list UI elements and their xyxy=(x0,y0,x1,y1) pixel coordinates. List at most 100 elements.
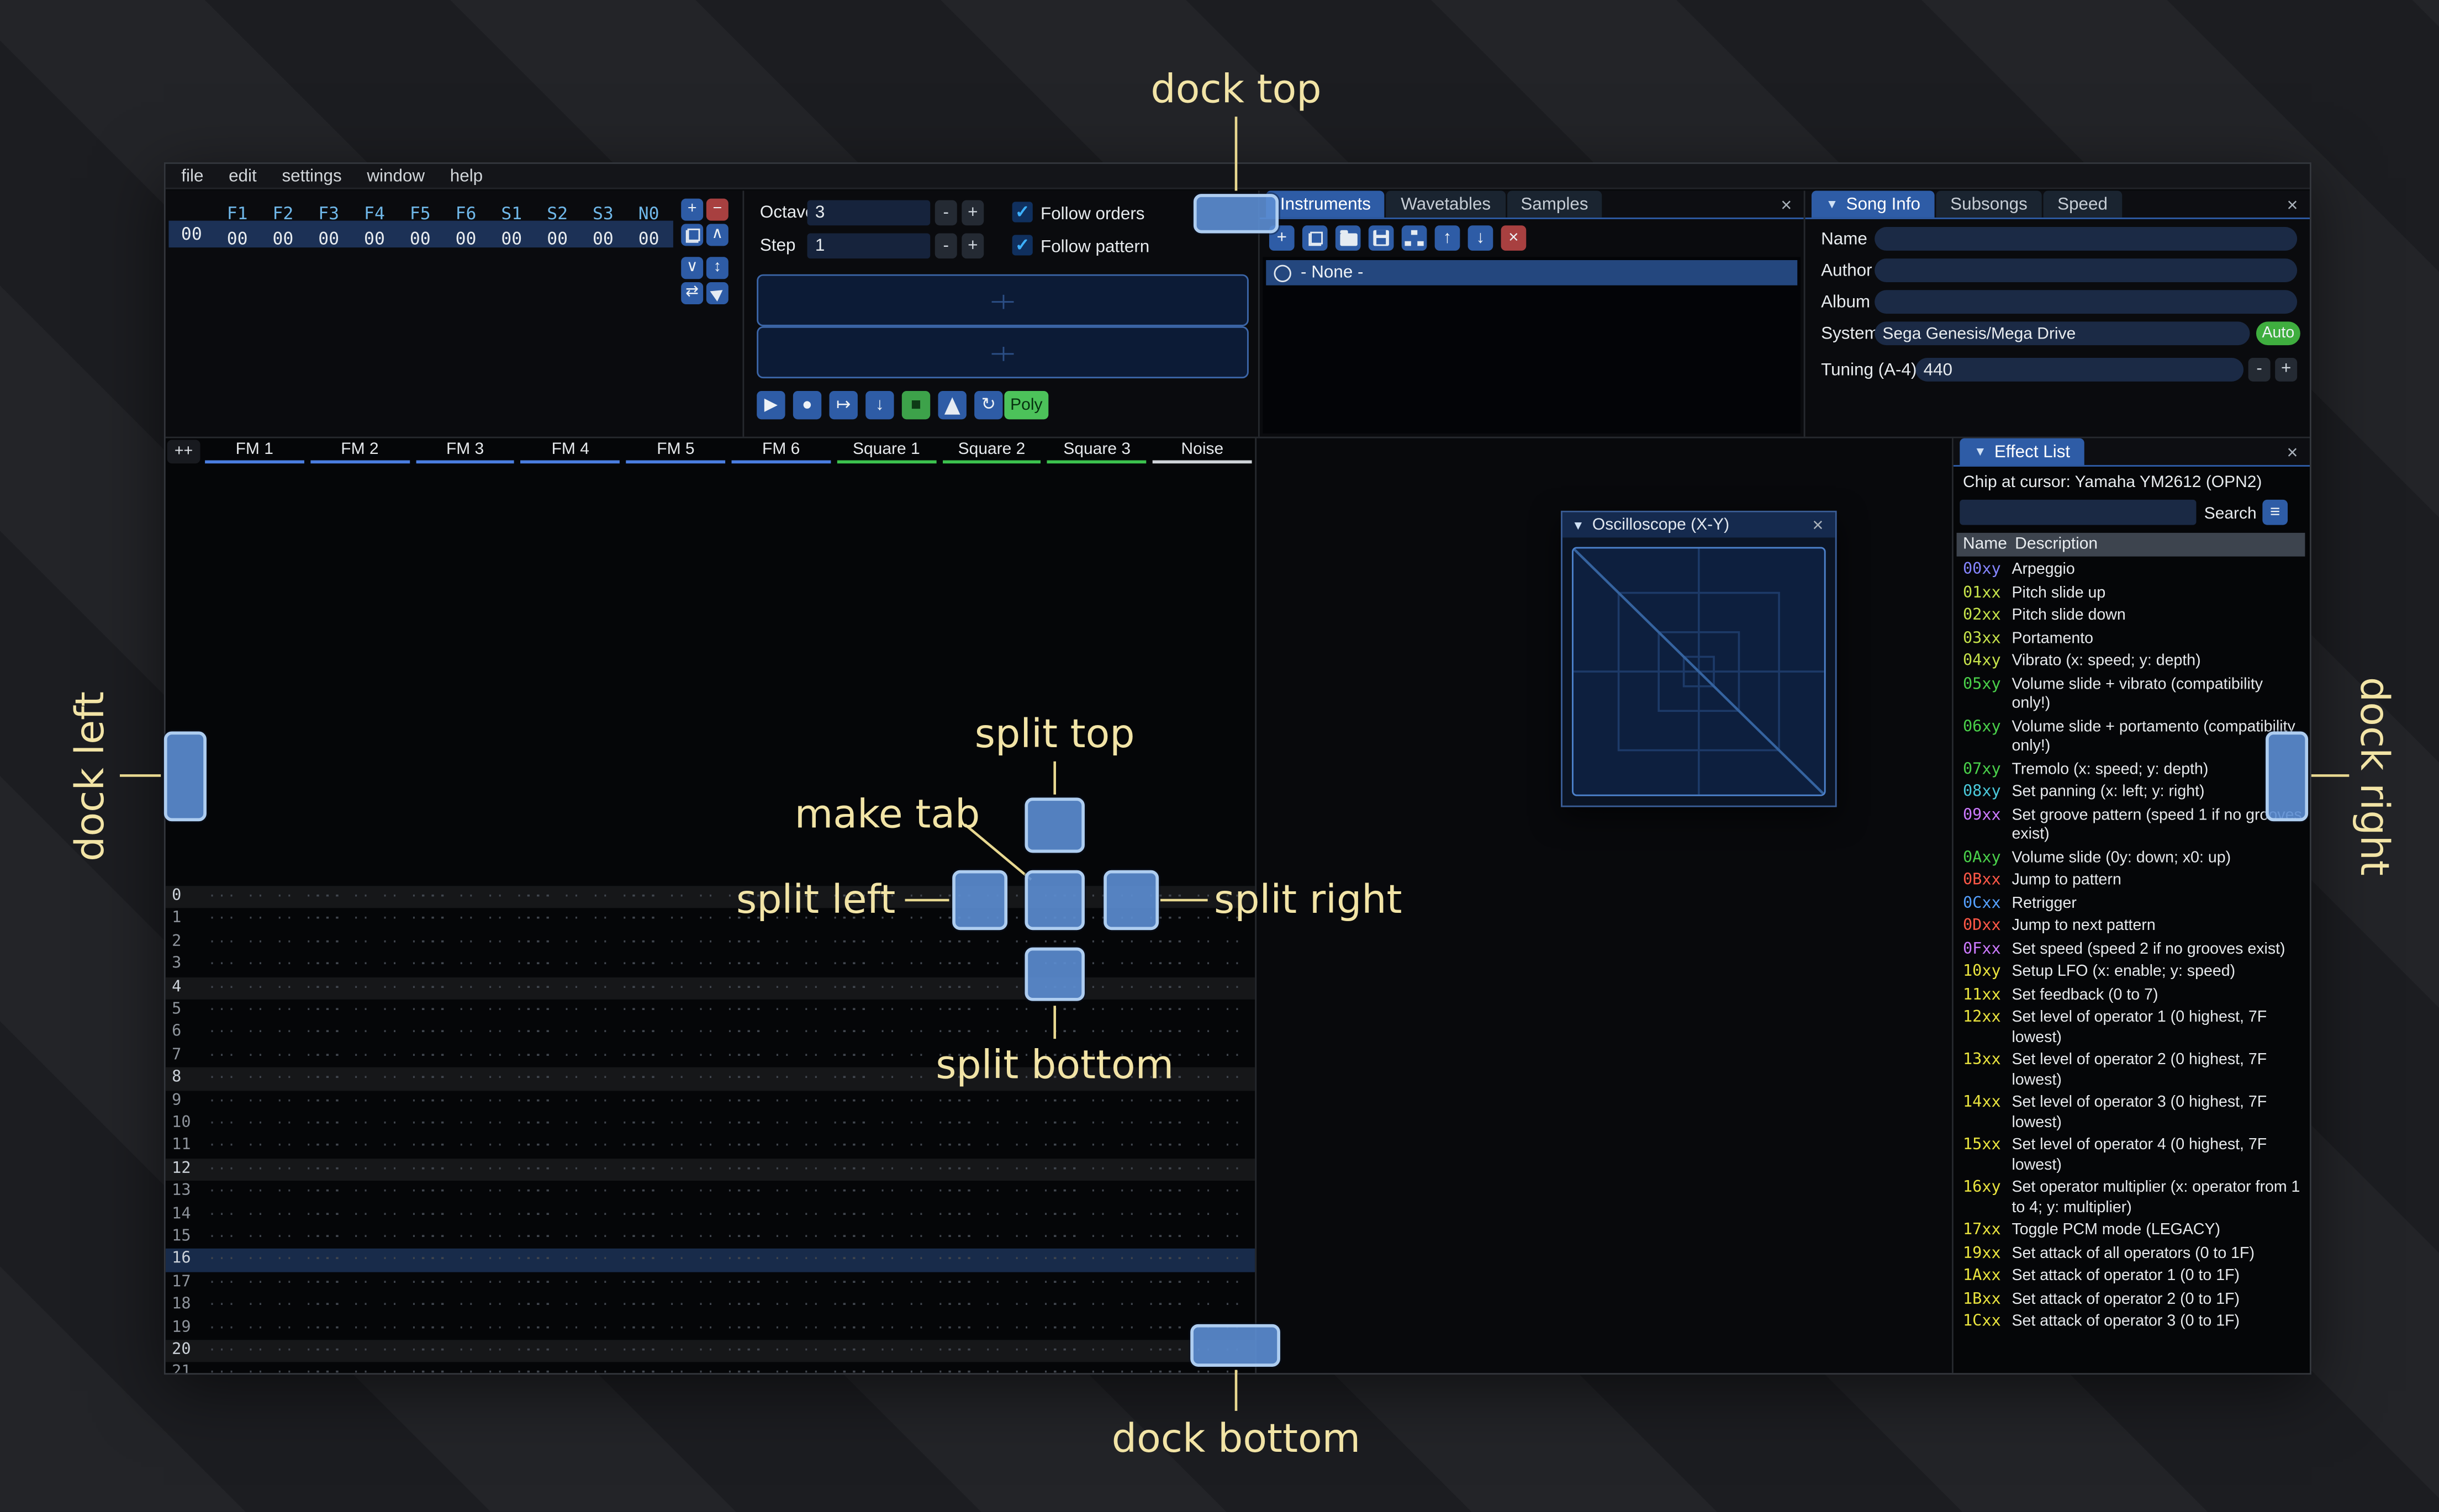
pattern-cell[interactable]: ··· ·· ·· ···· xyxy=(1156,1093,1255,1109)
effect-row[interactable]: 1Axx Set attack of operator 1 (0 to 1F) xyxy=(1957,1266,2309,1288)
organize-instruments-button[interactable] xyxy=(1401,225,1427,251)
effect-row[interactable]: 02xx Pitch slide down xyxy=(1957,605,2309,628)
channel-header-fm-6[interactable]: FM 6 xyxy=(728,440,834,464)
effect-row[interactable]: 0Dxx Jump to next pattern xyxy=(1957,916,2309,939)
effect-row[interactable]: 07xy Tremolo (x: speed; y: depth) xyxy=(1957,759,2309,781)
effect-row[interactable]: 0Axy Volume slide (0y: down; x0: up) xyxy=(1957,847,2309,870)
channel-header-noise[interactable]: Noise xyxy=(1150,440,1255,464)
repeat-pattern-button[interactable]: ↻ xyxy=(974,390,1003,420)
pattern-cell[interactable]: ··· ·· ·· ···· xyxy=(1156,1207,1255,1223)
pattern-row[interactable]: 12 ··· ·· ·· ···· ··· ·· ·· ···· ··· ·· ·· … xyxy=(165,1158,1255,1181)
pattern-row[interactable]: 18 ··· ·· ·· ···· ··· ·· ·· ···· ··· ·· ·· … xyxy=(166,1294,1255,1317)
stop-button[interactable]: ■ xyxy=(901,390,931,420)
save-instrument-button[interactable] xyxy=(1368,225,1394,251)
step-minus-button[interactable]: - xyxy=(935,233,957,259)
move-instrument-down-button[interactable]: ↓ xyxy=(1467,225,1493,251)
effect-row[interactable]: 09xx Set groove pattern (speed 1 if no gr… xyxy=(1957,805,2309,847)
orders-cell[interactable]: 00 xyxy=(214,229,260,249)
delete-instrument-button[interactable]: × xyxy=(1501,225,1527,251)
move-instrument-up-button[interactable]: ↑ xyxy=(1434,225,1460,251)
split-left-target[interactable] xyxy=(952,870,1008,931)
effect-row[interactable]: 17xx Toggle PCM mode (LEGACY) xyxy=(1957,1220,2309,1243)
effect-row[interactable]: 03xx Portamento xyxy=(1957,628,2309,651)
tuning-input[interactable]: 440 xyxy=(1915,357,2244,382)
split-top-target[interactable] xyxy=(1025,797,1085,853)
pattern-row[interactable]: 16 ··· ·· ·· ···· ··· ·· ·· ···· ··· ·· ·· … xyxy=(165,1249,1255,1272)
song-info-close-icon[interactable]: × xyxy=(2283,195,2301,214)
orders-cell[interactable]: 00 xyxy=(306,229,352,249)
pattern-row[interactable]: 21··· ·· ·· ······· ·· ·· ······· ·· ·· … xyxy=(166,1362,1255,1373)
open-instrument-button[interactable] xyxy=(1335,225,1361,251)
step-input[interactable]: 1 xyxy=(807,233,931,259)
pattern-row[interactable]: 5 ··· ·· ·· ···· ··· ·· ·· ···· ··· ·· ·· ·… xyxy=(166,1000,1255,1022)
channel-header-square-3[interactable]: Square 3 xyxy=(1044,440,1150,464)
effect-row[interactable]: 08xy Set panning (x: left; y: right) xyxy=(1957,782,2309,805)
pattern-cell[interactable]: ··· ·· ·· ···· xyxy=(1156,1275,1255,1291)
pattern-row[interactable]: 15 ··· ·· ·· ···· ··· ·· ·· ···· ··· ·· ·· … xyxy=(166,1226,1255,1249)
pattern-row[interactable]: 20 ··· ·· ·· ···· ··· ·· ·· ···· ··· ·· ·· … xyxy=(165,1340,1255,1363)
pattern-row[interactable]: 11 ··· ·· ·· ···· ··· ·· ·· ···· ··· ·· ·· … xyxy=(166,1135,1255,1158)
effect-search-input[interactable] xyxy=(1960,499,2197,525)
order-edit-button[interactable] xyxy=(706,282,728,304)
tab-speed[interactable]: Speed xyxy=(2043,191,2122,218)
pattern-cell[interactable]: ··· ·· ·· ···· xyxy=(1156,1252,1255,1268)
split-bottom-target[interactable] xyxy=(1025,947,1085,1001)
pattern-row[interactable]: 10 ··· ·· ·· ···· ··· ·· ·· ···· ··· ·· ·· … xyxy=(166,1113,1255,1135)
effect-row[interactable]: 1Bxx Set attack of operator 2 (0 to 1F) xyxy=(1957,1289,2309,1312)
effect-row[interactable]: 16xy Set operator multiplier (x: operator… xyxy=(1957,1177,2309,1220)
tuning-plus-button[interactable]: + xyxy=(2275,357,2298,382)
tab-samples[interactable]: Samples xyxy=(1506,191,1603,218)
dock-left-target[interactable] xyxy=(163,731,207,822)
pattern-cell[interactable]: ··· ·· ·· ···· xyxy=(1156,1161,1255,1177)
orders-cell[interactable]: 00 xyxy=(352,229,398,249)
auto-button[interactable]: Auto xyxy=(2256,321,2300,346)
tab-wavetables[interactable]: Wavetables xyxy=(1386,191,1505,218)
oscilloscope-title-bar[interactable]: ▼ Oscilloscope (X-Y) xyxy=(1562,512,1835,538)
orders-cell[interactable]: 00 xyxy=(260,229,306,249)
tab-instruments[interactable]: Instruments xyxy=(1266,191,1385,218)
order-change-mode-button[interactable]: ⇄ xyxy=(681,282,704,304)
duplicate-instrument-button[interactable] xyxy=(1302,225,1328,251)
dock-bottom-target[interactable] xyxy=(1190,1324,1280,1367)
menu-settings[interactable]: settings xyxy=(282,166,341,185)
tab-effect-list[interactable]: ▼ Effect List xyxy=(1960,438,2084,466)
effect-row[interactable]: 01xx Pitch slide up xyxy=(1957,583,2309,605)
pattern-cell[interactable]: ··· ·· ·· ···· xyxy=(1156,1366,1255,1373)
orders-cell[interactable]: 00 xyxy=(535,229,580,249)
instrument-list-item-none[interactable]: - None - xyxy=(1266,260,1798,286)
effect-row[interactable]: 0Bxx Jump to pattern xyxy=(1957,870,2309,893)
play-button[interactable]: ▶ xyxy=(757,390,785,420)
order-move-down-button[interactable]: ∨ xyxy=(681,257,704,279)
dock-top-target[interactable] xyxy=(1193,194,1279,234)
orders-cell[interactable]: 00 xyxy=(626,229,672,249)
pattern-row[interactable]: 3 ··· ·· ·· ···· ··· ·· ·· ···· ··· ·· ·· ·… xyxy=(166,954,1255,977)
pattern-row[interactable]: 6 ··· ·· ·· ···· ··· ·· ·· ···· ··· ·· ·· ·… xyxy=(166,1022,1255,1045)
effect-list-menu-button[interactable]: ≡ xyxy=(2262,499,2288,525)
oscilloscope-close-icon[interactable]: × xyxy=(1808,515,1827,534)
octave-minus-button[interactable]: - xyxy=(935,200,957,226)
system-value[interactable]: Sega Genesis/Mega Drive xyxy=(1875,321,2250,346)
pattern-cell[interactable]: ··· ·· ·· ···· xyxy=(1156,1025,1255,1042)
play-from-start-button[interactable]: ● xyxy=(793,390,822,420)
effect-row[interactable]: 14xx Set level of operator 3 (0 highest, … xyxy=(1957,1092,2309,1135)
metronome-button[interactable] xyxy=(938,390,967,420)
tuning-minus-button[interactable]: - xyxy=(2248,357,2271,382)
tab-song-info[interactable]: ▼ Song Info xyxy=(1811,191,1935,218)
pattern-row[interactable]: 4 ··· ·· ·· ···· ··· ·· ·· ···· ··· ·· ·· ·… xyxy=(165,976,1255,1000)
channel-header-fm-3[interactable]: FM 3 xyxy=(413,440,518,464)
channel-header-square-2[interactable]: Square 2 xyxy=(939,440,1044,464)
channel-header-fm-2[interactable]: FM 2 xyxy=(307,440,413,464)
orders-cell[interactable]: 00 xyxy=(397,229,443,249)
effect-row[interactable]: 12xx Set level of operator 1 (0 highest, … xyxy=(1957,1007,2309,1050)
effect-row[interactable]: 0Fxx Set speed (speed 2 if no grooves exi… xyxy=(1957,939,2309,961)
instruments-close-icon[interactable]: × xyxy=(1777,195,1796,214)
pattern-cell[interactable]: ··· ·· ·· ···· xyxy=(1156,934,1255,950)
pattern-row[interactable]: 14 ··· ·· ·· ···· ··· ·· ·· ···· ··· ·· ·· … xyxy=(166,1204,1255,1226)
pattern-row[interactable]: 2 ··· ·· ·· ···· ··· ·· ·· ···· ··· ·· ·· ·… xyxy=(166,931,1255,954)
menu-edit[interactable]: edit xyxy=(229,166,257,185)
orders-cell[interactable]: 00 xyxy=(580,229,626,249)
pattern-row[interactable]: 9 ··· ·· ·· ···· ··· ·· ·· ···· ··· ·· ·· ·… xyxy=(166,1090,1255,1113)
effect-row[interactable]: 05xy Volume slide + vibrato (compatibilit… xyxy=(1957,674,2309,716)
follow-orders-checkbox[interactable]: ✓ xyxy=(1012,202,1033,223)
pattern-row[interactable]: 19 ··· ·· ·· ···· ··· ·· ·· ···· ··· ·· ·· … xyxy=(166,1317,1255,1340)
